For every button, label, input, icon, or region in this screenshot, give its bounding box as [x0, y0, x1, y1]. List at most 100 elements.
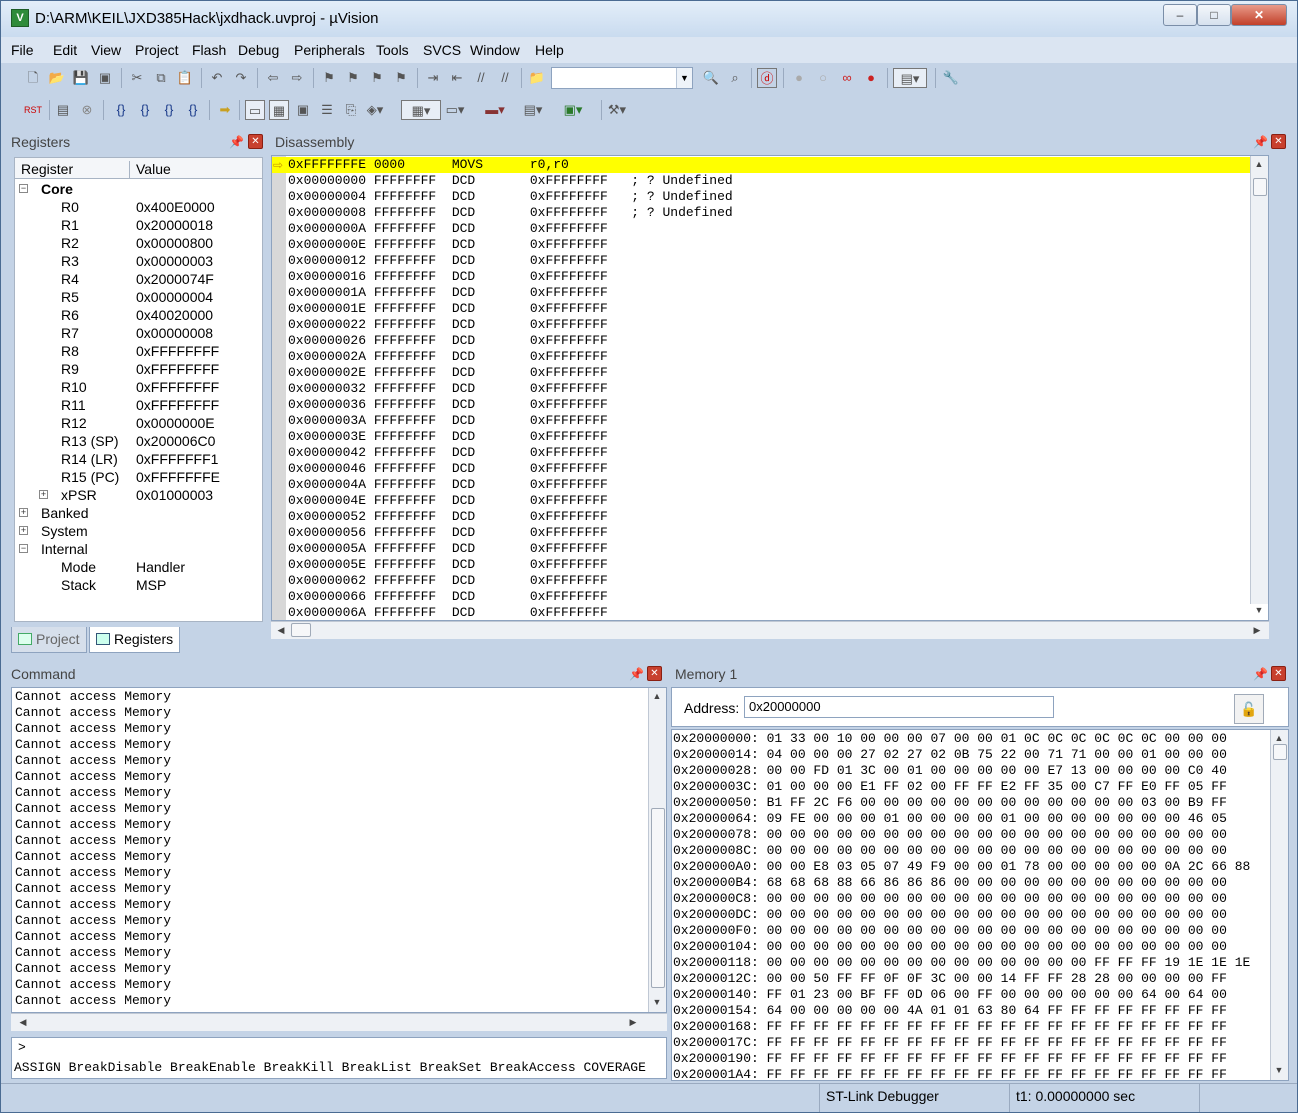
open-file-icon[interactable]: 📂	[47, 68, 67, 88]
step-over-icon[interactable]: {}	[135, 100, 155, 120]
disassembly-line[interactable]: 0x00000008 FFFFFFFF DCD 0xFFFFFFFF ; ? U…	[272, 205, 1268, 221]
command-window-icon[interactable]: ▭	[245, 100, 265, 120]
redo-icon[interactable]: ↷	[231, 68, 251, 88]
disassembly-line[interactable]: 0x0000002A FFFFFFFF DCD 0xFFFFFFFF	[272, 349, 1268, 365]
address-input[interactable]: 0x20000000	[744, 696, 1054, 718]
scroll-right-icon[interactable]: ▶	[1249, 622, 1265, 638]
memory-line[interactable]: 0x20000190: FF FF FF FF FF FF FF FF FF F…	[672, 1051, 1227, 1067]
disassembly-line[interactable]: 0x00000004 FFFFFFFF DCD 0xFFFFFFFF ; ? U…	[272, 189, 1268, 205]
insert-breakpoint-icon[interactable]: ●	[789, 68, 809, 88]
disassembly-line[interactable]: 0x00000052 FFFFFFFF DCD 0xFFFFFFFF	[272, 509, 1268, 525]
value-column-header[interactable]: Value	[129, 161, 171, 179]
scroll-up-icon[interactable]: ▲	[649, 688, 665, 704]
stop-icon[interactable]: ⊗	[77, 100, 97, 120]
run-icon[interactable]: ▤	[53, 100, 73, 120]
watch-window-icon[interactable]: ◈▾	[365, 100, 385, 120]
analysis-window-icon[interactable]: ▬▾	[485, 100, 505, 120]
menu-debug[interactable]: Debug	[238, 42, 279, 58]
scroll-left-icon[interactable]: ◀	[273, 622, 289, 638]
memory-line[interactable]: 0x20000064: 09 FE 00 00 00 01 00 00 00 0…	[672, 811, 1227, 827]
enable-breakpoint-icon[interactable]: ○	[813, 68, 833, 88]
memory-line[interactable]: 0x2000008C: 00 00 00 00 00 00 00 00 00 0…	[672, 843, 1227, 859]
disassembly-line[interactable]: 0x00000032 FFFFFFFF DCD 0xFFFFFFFF	[272, 381, 1268, 397]
show-next-statement-icon[interactable]: ➡	[215, 100, 235, 120]
current-instruction-line[interactable]: 0xFFFFFFFE 0000 MOVS r0,r0	[272, 157, 1268, 173]
scroll-thumb[interactable]	[1273, 744, 1287, 760]
memory-line[interactable]: 0x20000154: 64 00 00 00 00 00 4A 01 01 6…	[672, 1003, 1227, 1019]
navigate-forward-icon[interactable]: ⇨	[287, 68, 307, 88]
register-row[interactable]: R14 (LR) 0xFFFFFFF1	[15, 451, 262, 469]
clear-bookmarks-icon[interactable]: ⚑	[391, 68, 411, 88]
register-row[interactable]: R13 (SP) 0x200006C0	[15, 433, 262, 451]
disassembly-line[interactable]: 0x0000002E FFFFFFFF DCD 0xFFFFFFFF	[272, 365, 1268, 381]
next-bookmark-icon[interactable]: ⚑	[367, 68, 387, 88]
reset-icon[interactable]: RST	[23, 100, 43, 120]
close-icon[interactable]: ✕	[1271, 666, 1286, 681]
indent-icon[interactable]: ⇥	[423, 68, 443, 88]
scroll-left-icon[interactable]: ◀	[15, 1014, 31, 1030]
disassembly-line[interactable]: 0x00000000 FFFFFFFF DCD 0xFFFFFFFF ; ? U…	[272, 173, 1268, 189]
register-column-header[interactable]: Register	[21, 161, 73, 177]
disassembly-line[interactable]: 0x00000046 FFFFFFFF DCD 0xFFFFFFFF	[272, 461, 1268, 477]
disassembly-line[interactable]: 0x00000062 FFFFFFFF DCD 0xFFFFFFFF	[272, 573, 1268, 589]
scroll-down-icon[interactable]: ▼	[1251, 602, 1267, 618]
memory-view[interactable]: 0x20000000: 01 33 00 10 00 00 00 07 00 0…	[671, 729, 1289, 1081]
menu-tools[interactable]: Tools	[376, 42, 409, 58]
memory-line[interactable]: 0x200000DC: 00 00 00 00 00 00 00 00 00 0…	[672, 907, 1227, 923]
window-layout-icon[interactable]: ▤▾	[893, 68, 927, 88]
disassembly-vscroll[interactable]: ▲ ▼	[1250, 156, 1268, 615]
memory-line[interactable]: 0x20000000: 01 33 00 10 00 00 00 07 00 0…	[672, 731, 1227, 747]
menu-view[interactable]: View	[91, 42, 121, 58]
memory-line[interactable]: 0x20000078: 00 00 00 00 00 00 00 00 00 0…	[672, 827, 1227, 843]
memory-line[interactable]: 0x2000017C: FF FF FF FF FF FF FF FF FF F…	[672, 1035, 1227, 1051]
expand-icon[interactable]: +	[39, 490, 48, 499]
memory-line[interactable]: 0x20000118: 00 00 00 00 00 00 00 00 00 0…	[672, 955, 1250, 971]
menu-edit[interactable]: Edit	[53, 42, 77, 58]
trace-window-icon[interactable]: ▤▾	[523, 100, 543, 120]
register-row[interactable]: R3 0x00000003	[15, 253, 262, 271]
save-all-icon[interactable]: ▣	[95, 68, 115, 88]
menu-project[interactable]: Project	[135, 42, 179, 58]
find-in-files-icon[interactable]: 📁	[527, 68, 547, 88]
register-row[interactable]: R10 0xFFFFFFFF	[15, 379, 262, 397]
minimize-button[interactable]: –	[1163, 4, 1197, 26]
disassembly-view[interactable]: 0xFFFFFFFE 0000 MOVS r0,r0 0x00000000 FFF…	[271, 155, 1269, 621]
disassembly-hscroll[interactable]: ◀ ▶	[271, 621, 1269, 639]
register-row[interactable]: R8 0xFFFFFFFF	[15, 343, 262, 361]
expand-icon[interactable]: +	[19, 526, 28, 535]
disassembly-line[interactable]: 0x0000001A FFFFFFFF DCD 0xFFFFFFFF	[272, 285, 1268, 301]
register-row[interactable]: R12 0x0000000E	[15, 415, 262, 433]
register-row[interactable]: R1 0x20000018	[15, 217, 262, 235]
pin-icon[interactable]: 📌	[229, 135, 244, 149]
command-output[interactable]: Cannot access Memory Cannot access Memory…	[11, 687, 667, 1013]
memory-window-icon[interactable]: ▦▾	[401, 100, 441, 120]
register-group-core[interactable]: − Core	[15, 181, 262, 199]
memory-vscroll[interactable]: ▲ ▼	[1270, 730, 1288, 1080]
comment-icon[interactable]: //	[471, 68, 491, 88]
menu-peripherals[interactable]: Peripherals	[294, 42, 365, 58]
call-stack-icon[interactable]: ⎘	[341, 100, 361, 120]
symbols-window-icon[interactable]: ▣	[293, 100, 313, 120]
disassembly-line[interactable]: 0x00000056 FFFFFFFF DCD 0xFFFFFFFF	[272, 525, 1268, 541]
register-group-system[interactable]: + System	[15, 523, 262, 541]
menu-file[interactable]: File	[11, 42, 34, 58]
register-row[interactable]: R11 0xFFFFFFFF	[15, 397, 262, 415]
memory-line[interactable]: 0x20000014: 04 00 00 00 27 02 27 02 0B 7…	[672, 747, 1227, 763]
scroll-thumb[interactable]	[291, 623, 311, 637]
disassembly-line[interactable]: 0x0000005E FFFFFFFF DCD 0xFFFFFFFF	[272, 557, 1268, 573]
menu-window[interactable]: Window	[470, 42, 520, 58]
disassembly-line[interactable]: 0x0000000E FFFFFFFF DCD 0xFFFFFFFF	[272, 237, 1268, 253]
pin-icon[interactable]: 📌	[629, 667, 644, 681]
disassembly-line[interactable]: 0x0000001E FFFFFFFF DCD 0xFFFFFFFF	[272, 301, 1268, 317]
find-combo[interactable]: ▼	[551, 67, 693, 89]
disassembly-line[interactable]: 0x00000022 FFFFFFFF DCD 0xFFFFFFFF	[272, 317, 1268, 333]
tab-project[interactable]: Project	[11, 627, 87, 653]
register-row[interactable]: R4 0x2000074F	[15, 271, 262, 289]
memory-line[interactable]: 0x20000168: FF FF FF FF FF FF FF FF FF F…	[672, 1019, 1227, 1035]
registers-window-icon[interactable]: ☰	[317, 100, 337, 120]
paste-icon[interactable]: 📋	[175, 68, 195, 88]
memory-line[interactable]: 0x2000012C: 00 00 50 FF FF 0F 0F 3C 00 0…	[672, 971, 1227, 987]
register-group-banked[interactable]: + Banked	[15, 505, 262, 523]
menu-help[interactable]: Help	[535, 42, 564, 58]
collapse-icon[interactable]: −	[19, 184, 28, 193]
